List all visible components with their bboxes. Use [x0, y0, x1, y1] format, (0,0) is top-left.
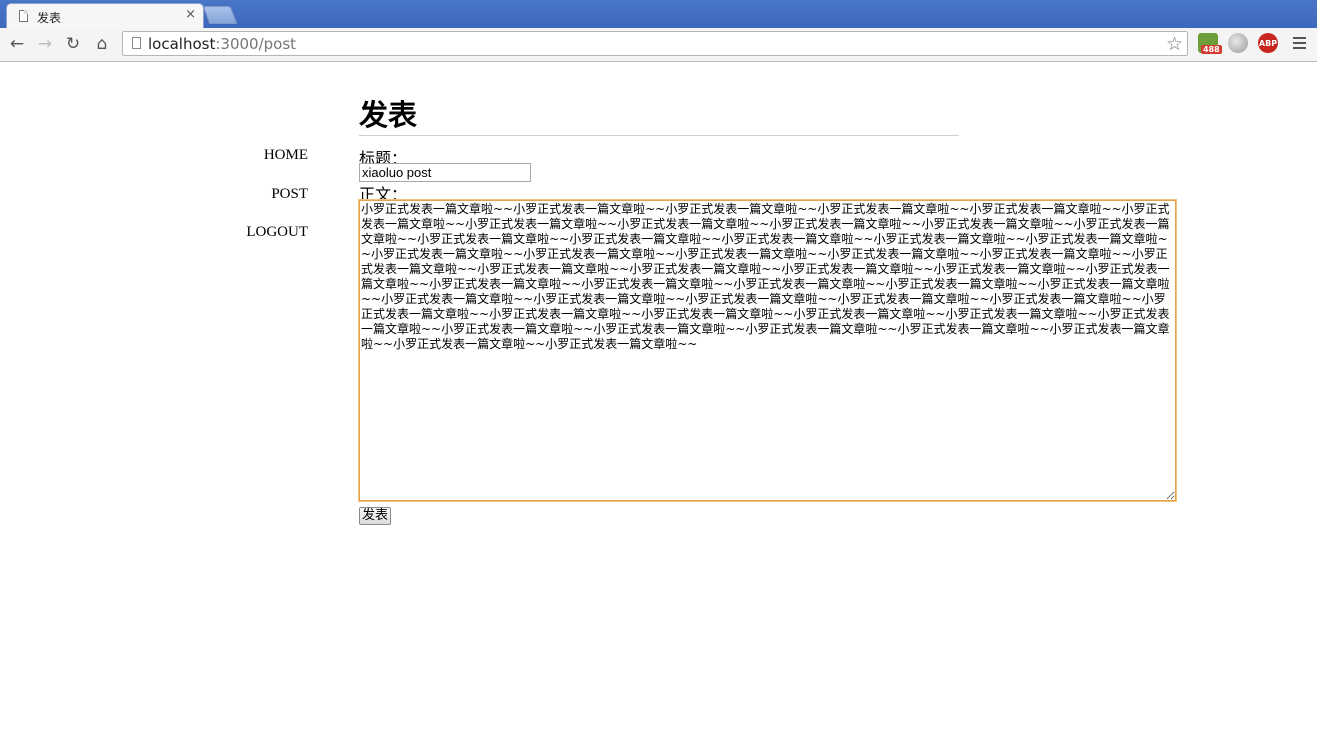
page-title: 发表: [359, 98, 418, 132]
sidebar-item-post[interactable]: POST: [271, 186, 308, 203]
sidebar-item-home[interactable]: HOME: [264, 147, 308, 164]
tab-title: 发表: [37, 11, 62, 25]
menu-icon[interactable]: [1293, 37, 1306, 52]
submit-button[interactable]: 发表: [359, 507, 392, 525]
reload-icon[interactable]: ↻: [63, 34, 83, 54]
browser-tab[interactable]: 发表 ×: [6, 3, 204, 28]
globe-extension-icon[interactable]: [1228, 33, 1248, 53]
forward-icon[interactable]: →: [35, 34, 55, 54]
address-bar[interactable]: localhost:3000/post ☆: [122, 31, 1188, 56]
bookmark-star-icon[interactable]: ☆: [1166, 33, 1183, 55]
adblock-icon[interactable]: ABP: [1258, 33, 1278, 53]
title-input[interactable]: [359, 163, 531, 182]
url-host: localhost: [148, 35, 216, 53]
page-icon: [132, 37, 141, 49]
calendar-extension-icon[interactable]: 488: [1198, 33, 1222, 54]
home-icon[interactable]: ⌂: [92, 34, 112, 54]
new-tab-button[interactable]: [202, 6, 238, 24]
browser-toolbar: ← → ↻ ⌂ localhost:3000/post ☆ 488 ABP: [0, 28, 1317, 62]
url-path: :3000/post: [215, 35, 297, 53]
url-text: localhost:3000/post: [148, 35, 296, 53]
content-textarea[interactable]: 小罗正式发表一篇文章啦~~小罗正式发表一篇文章啦~~小罗正式发表一篇文章啦~~小…: [358, 199, 1177, 502]
back-icon[interactable]: ←: [7, 34, 27, 54]
page-icon: [19, 10, 28, 22]
page-content: HOME POST LOGOUT 发表 标题： 正文： 小罗正式发表一篇文章啦~…: [0, 62, 1317, 744]
sidebar-item-logout[interactable]: LOGOUT: [246, 224, 308, 241]
extension-badge: 488: [1201, 45, 1222, 54]
title-divider: [359, 135, 959, 136]
browser-tab-strip: 发表 ×: [0, 0, 1317, 28]
tab-close-icon[interactable]: ×: [185, 8, 196, 22]
